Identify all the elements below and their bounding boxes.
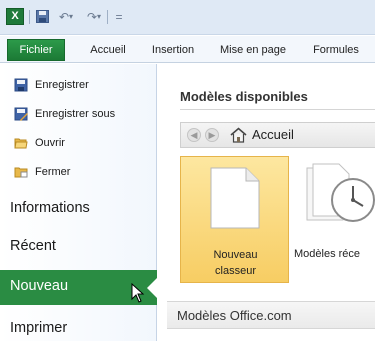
tile-label-line2: classeur <box>215 265 256 277</box>
template-tile-blank-workbook[interactable]: Nouveau classeur <box>180 156 289 283</box>
folder-close-icon <box>14 165 28 179</box>
nav-save-label: Enregistrer <box>35 79 89 91</box>
divider <box>180 109 375 110</box>
save-as-icon <box>14 107 28 121</box>
nav-info[interactable]: Informations <box>10 197 90 219</box>
toolbar-separator <box>107 10 108 24</box>
toolbar-separator <box>29 10 30 24</box>
mouse-cursor-icon <box>131 283 145 303</box>
office-templates-section[interactable]: Modèles Office.com <box>167 301 375 329</box>
nav-save[interactable]: Enregistrer <box>14 75 89 95</box>
selection-pointer <box>147 277 158 299</box>
nav-open-label: Ouvrir <box>35 137 65 149</box>
tile-label-line1: Nouveau <box>213 249 258 261</box>
back-arrow-icon[interactable]: ◀ <box>187 128 201 142</box>
save-icon <box>14 78 28 92</box>
undo-icon[interactable]: ↶ ▾ <box>57 8 75 25</box>
backstage-nav: Enregistrer Enregistrer sous Ouvrir Ferm… <box>0 64 158 341</box>
customize-toolbar-icon[interactable]: = <box>112 8 126 25</box>
nav-close-label: Fermer <box>35 166 71 178</box>
tile-label: Modèles réce <box>294 248 361 260</box>
recent-templates-icon <box>306 163 375 222</box>
nav-save-as[interactable]: Enregistrer sous <box>14 104 115 124</box>
page-title: Modèles disponibles <box>180 89 308 104</box>
save-icon[interactable] <box>35 8 49 25</box>
nav-open[interactable]: Ouvrir <box>14 133 65 153</box>
quick-access-toolbar: X ↶ ▾ ↷ ▾ = <box>0 0 375 35</box>
folder-open-icon <box>14 136 28 150</box>
forward-arrow-icon[interactable]: ▶ <box>205 128 219 142</box>
section-title: Modèles Office.com <box>177 308 292 323</box>
nav-close[interactable]: Fermer <box>14 162 70 182</box>
nav-recent[interactable]: Récent <box>10 235 56 257</box>
nav-save-as-label: Enregistrer sous <box>35 108 116 120</box>
template-navigation-bar: ◀ ▶ Accueil <box>180 122 375 148</box>
ribbon-tabs: Fichier Accueil Insertion Mise en page F… <box>0 36 375 63</box>
excel-app-icon[interactable]: X <box>6 8 24 25</box>
nav-new-label: Nouveau <box>10 278 69 294</box>
redo-icon[interactable]: ↷ ▾ <box>85 8 103 25</box>
tab-insert[interactable]: Insertion <box>143 39 203 61</box>
tab-page-layout[interactable]: Mise en page <box>207 39 299 61</box>
blank-document-icon <box>210 167 260 229</box>
tab-formulas[interactable]: Formules <box>305 39 367 61</box>
tab-file[interactable]: Fichier <box>7 39 65 61</box>
templates-panel: Modèles disponibles ◀ ▶ Accueil Nouveau … <box>158 64 375 341</box>
template-tile-recent[interactable]: Modèles réce <box>293 156 375 283</box>
tab-home[interactable]: Accueil <box>78 39 138 61</box>
home-icon[interactable] <box>230 127 247 143</box>
breadcrumb[interactable]: Accueil <box>252 127 294 142</box>
nav-print[interactable]: Imprimer <box>10 317 67 339</box>
